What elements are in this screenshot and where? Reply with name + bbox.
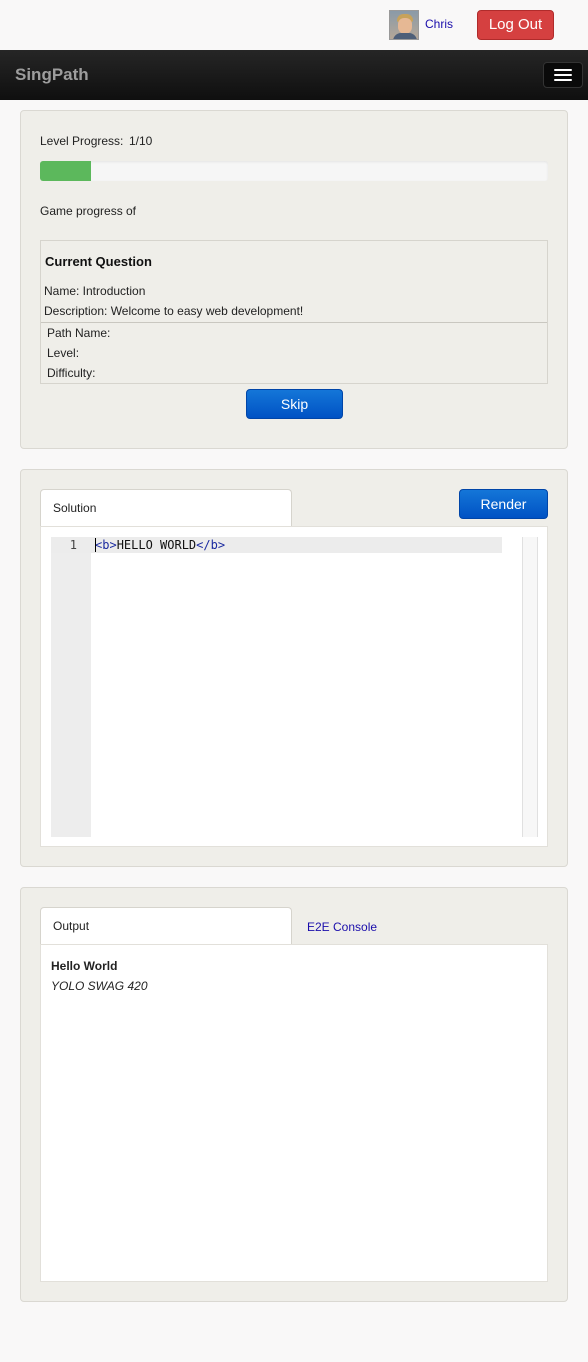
avatar[interactable]: [389, 10, 419, 40]
editor-scrollbar[interactable]: [522, 537, 538, 837]
question-level: Level:: [47, 346, 80, 360]
current-question-title: Current Question: [45, 254, 152, 269]
menu-toggle-button[interactable]: [543, 62, 583, 88]
current-question-box: Current Question Name: Introduction Desc…: [40, 240, 548, 384]
text-cursor: [95, 538, 96, 552]
output-italic-text: YOLO SWAG 420: [51, 979, 148, 993]
question-description: Description: Welcome to easy web develop…: [44, 304, 304, 318]
question-difficulty: Difficulty:: [47, 366, 96, 380]
render-button[interactable]: Render: [459, 489, 548, 519]
tab-e2e-console[interactable]: E2E Console: [307, 920, 377, 934]
game-progress-label: Game progress: [40, 204, 123, 218]
question-name: Name: Introduction: [44, 284, 146, 298]
output-panel: Output E2E Console Hello World YOLO SWAG…: [20, 887, 568, 1302]
code-close-tag: </b>: [196, 538, 226, 552]
level-progress-fill: [40, 161, 91, 181]
code-editor[interactable]: 1 <b>HELLO WORLD</b>: [51, 537, 538, 837]
output-frame: Hello World YOLO SWAG 420: [40, 944, 548, 1282]
output-bold-text: Hello World: [51, 959, 118, 973]
level-progress-value: 1/10: [129, 134, 153, 148]
game-progress-of: of: [126, 204, 137, 218]
editor-gutter: [51, 537, 91, 837]
code-line[interactable]: <b>HELLO WORLD</b>: [95, 537, 225, 553]
tab-output[interactable]: Output: [40, 907, 292, 945]
line-number: 1: [69, 538, 77, 552]
hamburger-icon: [554, 69, 572, 71]
divider: [41, 322, 547, 323]
skip-button[interactable]: Skip: [246, 389, 343, 419]
level-progress-bar: [40, 161, 548, 181]
navbar: SingPath: [0, 50, 588, 100]
brand-logo[interactable]: SingPath: [15, 65, 89, 85]
code-open-tag: <b>: [95, 538, 117, 552]
logout-button[interactable]: Log Out: [477, 10, 554, 40]
code-text: HELLO WORLD: [116, 538, 197, 552]
question-panel: Level Progress: 1/10 Game progress of Cu…: [20, 110, 568, 449]
level-progress-label: Level Progress:: [40, 134, 124, 148]
editor-container: 1 <b>HELLO WORLD</b>: [40, 526, 548, 847]
path-name: Path Name:: [47, 326, 111, 340]
solution-panel: Solution Render 1 <b>HELLO WORLD</b>: [20, 469, 568, 867]
user-name-link[interactable]: Chris: [425, 17, 453, 31]
user-bar: Chris Log Out: [0, 0, 588, 50]
tab-solution[interactable]: Solution: [40, 489, 292, 527]
